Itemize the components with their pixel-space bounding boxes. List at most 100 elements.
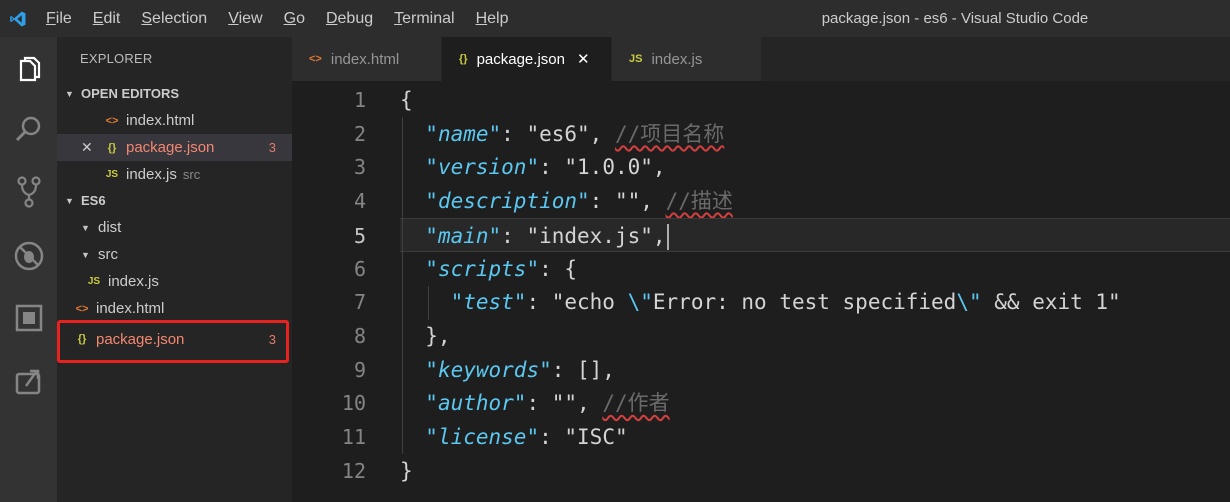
vscode-logo-icon [0, 0, 36, 37]
open-editor-item[interactable]: ✕ {} package.json 3 [57, 134, 292, 161]
code-text: "author": "", //作者 [400, 386, 670, 420]
menu-label-rest: iew [238, 10, 263, 27]
punctuation: : [501, 223, 527, 248]
menu-terminal[interactable]: Terminal [384, 0, 465, 37]
tab-label: index.js [651, 50, 703, 68]
punctuation [400, 257, 425, 281]
menu-view[interactable]: View [218, 0, 273, 37]
json-key: "keywords" [425, 357, 552, 382]
json-key: "version" [425, 155, 540, 180]
extensions-icon[interactable] [0, 290, 57, 346]
search-icon[interactable] [0, 101, 57, 157]
js-file-icon: JS [629, 53, 643, 65]
code-text: "name": "es6", //项目名称 [400, 117, 724, 151]
punctuation: : [501, 121, 527, 146]
remote-icon[interactable] [0, 353, 57, 409]
punctuation: : [526, 290, 552, 315]
punctuation: } [400, 458, 413, 483]
json-string: "es6" [526, 121, 590, 146]
line-number: 4 [353, 189, 366, 214]
debug-icon[interactable] [0, 228, 57, 284]
comment: //描述 [665, 189, 733, 214]
punctuation: : [], [551, 357, 615, 382]
code-line[interactable]: 12} [292, 454, 1230, 488]
json-string: "" [614, 189, 641, 214]
code-line[interactable]: 7 "test": "echo \"Error: no test specifi… [292, 285, 1230, 319]
file-name: index.js [108, 273, 159, 290]
open-editor-item[interactable]: <> index.html [57, 107, 292, 134]
file-name: src [98, 246, 118, 263]
text-cursor [666, 223, 669, 250]
escape-sequence: \" [956, 290, 982, 315]
code-line[interactable]: 1{ [292, 83, 1230, 117]
punctuation: , [640, 189, 666, 214]
menu-bar: File Edit Selection View Go Debug Terminal Help [36, 0, 520, 37]
json-string: Error: no test specified [652, 290, 957, 315]
folder-header[interactable]: ▼ ES6 [57, 188, 292, 214]
code-text: "test": "echo \"Error: no test specified… [400, 285, 1121, 319]
menu-mnemonic: V [228, 10, 239, 27]
menu-file[interactable]: File [36, 0, 83, 37]
menu-debug[interactable]: Debug [316, 0, 384, 37]
tab-package-json[interactable]: {} package.json ✕ [442, 37, 612, 81]
code-line[interactable]: 5 "main": "index.js", [354, 217, 1230, 252]
code-line[interactable]: 8 }, [292, 319, 1230, 353]
code-line[interactable]: 9 "keywords": [], [292, 353, 1230, 387]
chevron-down-icon: ▼ [81, 249, 90, 260]
line-number: 5 [353, 223, 366, 248]
tab-index-js[interactable]: JS index.js [612, 37, 762, 81]
punctuation: , [652, 223, 666, 248]
code-line[interactable]: 10 "author": "", //作者 [292, 386, 1230, 420]
menu-selection[interactable]: Selection [131, 0, 218, 37]
chevron-down-icon: ▼ [65, 196, 74, 206]
code-line[interactable]: 11 "license": "ISC" [292, 420, 1230, 454]
open-editors-header[interactable]: ▼ OPEN EDITORS [57, 81, 292, 107]
file-name: index.html [96, 300, 165, 317]
menu-mnemonic: E [92, 10, 104, 27]
punctuation: , [652, 155, 666, 180]
code-line[interactable]: 4 "description": "", //描述 [292, 184, 1230, 218]
code-line[interactable]: 2 "name": "es6", //项目名称 [292, 117, 1230, 151]
file-item[interactable]: JS index.js [57, 268, 292, 295]
open-editor-item[interactable]: JS index.js src [57, 161, 292, 188]
punctuation: : { [539, 256, 578, 281]
line-number: 2 [353, 121, 366, 146]
json-string: && exit 1" [981, 290, 1121, 315]
line-number: 9 [353, 357, 366, 382]
menu-help[interactable]: Help [466, 0, 520, 37]
json-string: "1.0.0" [564, 155, 653, 180]
punctuation [400, 122, 425, 146]
menu-edit[interactable]: Edit [83, 0, 132, 37]
comment: //作者 [602, 391, 670, 416]
json-key: "description" [425, 189, 590, 214]
source-control-icon[interactable] [0, 164, 57, 220]
code-line[interactable]: 3 "version": "1.0.0", [292, 150, 1230, 184]
json-key: "main" [425, 223, 502, 248]
sidebar-title: EXPLORER [80, 51, 153, 66]
line-number: 11 [341, 425, 366, 449]
html-file-icon: <> [75, 302, 89, 315]
menu-mnemonic: S [141, 10, 153, 27]
code-text: } [400, 454, 413, 488]
js-file-icon: JS [105, 169, 119, 180]
tab-index-html[interactable]: <> index.html [292, 37, 442, 81]
folder-item[interactable]: ▼ src [57, 241, 292, 268]
close-icon[interactable]: ✕ [81, 139, 93, 156]
json-string: "" [551, 391, 578, 416]
menu-label-rest: elp [487, 10, 509, 27]
open-editors-label: OPEN EDITORS [81, 86, 180, 101]
punctuation: { [400, 88, 413, 112]
code-editor[interactable]: 1{2 "name": "es6", //项目名称 3 "version": "1… [292, 81, 1230, 502]
file-folder-desc: src [182, 167, 201, 182]
explorer-icon[interactable] [0, 43, 57, 99]
menu-mnemonic: F [46, 10, 56, 27]
chevron-down-icon: ▼ [65, 89, 74, 99]
close-icon[interactable]: ✕ [577, 50, 590, 68]
code-line[interactable]: 6 "scripts": { [292, 252, 1230, 286]
json-file-icon: {} [459, 53, 468, 65]
punctuation: : [539, 155, 565, 180]
file-item[interactable]: <> index.html [57, 295, 292, 322]
folder-item[interactable]: ▼ dist [57, 214, 292, 241]
code-text: "keywords": [], [400, 353, 615, 387]
menu-go[interactable]: Go [274, 0, 316, 37]
